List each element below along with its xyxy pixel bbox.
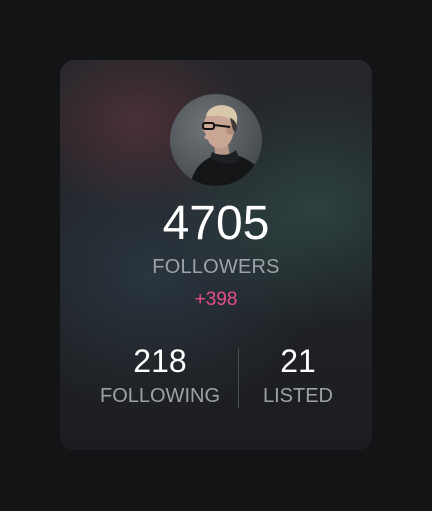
following-count: 218 (133, 343, 187, 379)
followers-delta: +398 (194, 289, 238, 310)
avatar-portrait (190, 105, 262, 186)
following-stat[interactable]: 218 FOLLOWING (90, 342, 230, 408)
listed-stat[interactable]: 21 LISTED (248, 342, 348, 408)
followers-label: FOLLOWERS (152, 256, 280, 278)
followers-count: 4705 (162, 197, 270, 250)
avatar[interactable] (170, 94, 262, 186)
stats-divider (238, 348, 239, 408)
profile-stats-card: 4705 FOLLOWERS +398 218 FOLLOWING 21 LIS… (60, 60, 372, 450)
listed-label: LISTED (262, 385, 334, 407)
listed-count: 21 (280, 343, 316, 379)
following-label: FOLLOWING (99, 385, 220, 407)
